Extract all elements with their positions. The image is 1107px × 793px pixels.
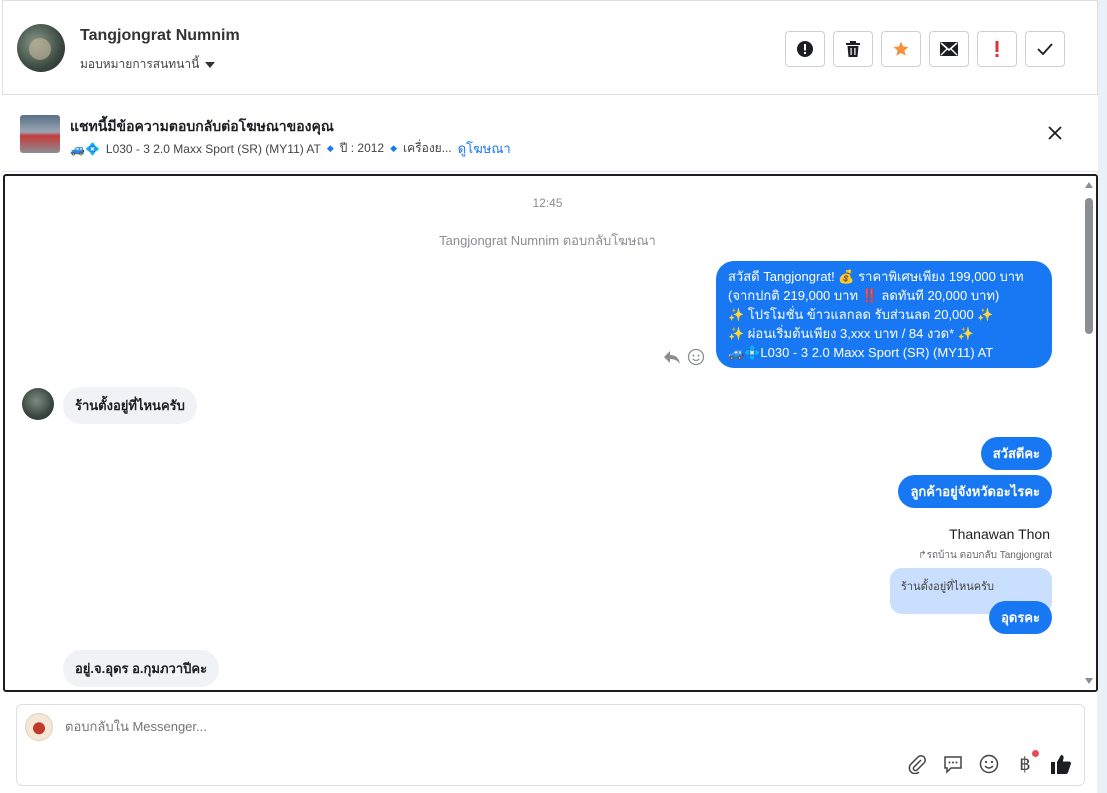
assign-label: มอบหมายการสนทนานี้ [80, 57, 200, 71]
outgoing-message[interactable]: อุดรคะ [989, 601, 1052, 634]
scroll-up-arrow-icon[interactable] [1085, 182, 1093, 188]
contact-avatar[interactable] [22, 388, 54, 420]
caret-down-icon [205, 61, 216, 68]
ad-reply-banner: แชทนี้มีข้อความตอบกลับต่อโฆษณาของคุณ 🚙💠 … [2, 96, 1098, 172]
message-line: 🚙💠L030 - 3 2.0 Maxx Sport (SR) (MY11) AT [728, 345, 994, 360]
ad-engine: เครื่องย... [403, 141, 452, 155]
alert-circle-icon [797, 41, 813, 57]
mark-unread-button[interactable] [929, 31, 969, 67]
view-ad-link[interactable]: ดูโฆษณา [458, 138, 511, 159]
assign-conversation-dropdown[interactable]: มอบหมายการสนทนานี้ [80, 55, 216, 74]
check-icon [1037, 43, 1053, 55]
delete-button[interactable] [833, 31, 873, 67]
ad-banner-title: แชทนี้มีข้อความตอบกลับต่อโฆษณาของคุณ [70, 118, 334, 134]
message-line: ✨ โปรโมชั่น ข้าวแลกลด รับส่วนลด 20,000 ✨ [728, 307, 994, 322]
scrollbar[interactable] [1082, 176, 1096, 690]
mark-done-button[interactable] [1025, 31, 1065, 67]
payment-button[interactable]: ฿ [1014, 750, 1039, 775]
ad-model: L030 - 3 2.0 Maxx Sport (SR) (MY11) AT [105, 141, 321, 156]
outgoing-message[interactable]: สวัสดีคะ [980, 437, 1052, 470]
mark-spam-button[interactable] [785, 31, 825, 67]
important-button[interactable] [977, 31, 1017, 67]
ad-reply-message[interactable]: สวัสดี Tangjongrat! 💰 ราคาพิเศษเพียง 199… [716, 261, 1052, 368]
chat-bubble-icon [944, 756, 962, 774]
system-notice: Tangjongrat Numnim ตอบกลับโฆษณา [439, 233, 656, 248]
star-icon [893, 41, 909, 56]
incoming-message[interactable]: ร้านตั้งอยู่ที่ไหนครับ [63, 387, 197, 424]
page-avatar [25, 713, 53, 741]
like-button[interactable] [1050, 753, 1072, 775]
message-hover-tools [663, 348, 705, 366]
message-line: สวัสดี Tangjongrat! 💰 ราคาพิเศษเพียง 199… [728, 269, 1024, 284]
reply-context: ↱รถบ้าน ตอบกลับ Tangjongrat [918, 550, 1052, 561]
smiley-icon [979, 754, 999, 774]
envelope-icon [940, 42, 958, 56]
ad-banner-details: 🚙💠 L030 - 3 2.0 Maxx Sport (SR) (MY11) A… [70, 138, 511, 159]
composer-tools: ฿ [906, 750, 1072, 775]
star-button[interactable] [881, 31, 921, 67]
page-edge [1097, 0, 1107, 793]
message-line: ✨ ผ่อนเริ่มต้นเพียง 3,xxx บาท / 84 งวด* … [728, 326, 974, 341]
emoji-button[interactable] [978, 753, 1000, 775]
vehicle-emoji: 🚙💠 [70, 141, 100, 156]
ad-year: ปี : 2012 [339, 141, 385, 155]
inbox-conversation-view: Tangjongrat Numnim มอบหมายการสนทนานี้ แช… [0, 0, 1107, 793]
notification-dot [1032, 750, 1039, 757]
contact-name[interactable]: Tangjongrat Numnim [80, 27, 240, 45]
message-composer: ฿ [16, 704, 1085, 786]
incoming-message-partial[interactable] [65, 690, 293, 692]
separator-dot-icon: ◆ [326, 143, 334, 153]
trash-icon [846, 41, 860, 57]
saved-replies-button[interactable] [942, 753, 964, 775]
message-line: (จากปกติ 219,000 บาท ‼️ ลดทันที 20,000 บ… [728, 288, 1000, 303]
message-timestamp: 12:45 [532, 196, 563, 210]
thumbs-up-icon [1051, 755, 1071, 774]
baht-icon: ฿ [1019, 753, 1031, 775]
header-actions [785, 31, 1065, 67]
contact-avatar[interactable] [17, 24, 65, 72]
ad-thumbnail[interactable] [20, 115, 60, 153]
outgoing-message[interactable]: ลูกค้าอยู่จังหวัดอะไรคะ [898, 475, 1052, 508]
message-thread[interactable]: 12:45 Tangjongrat Numnim ตอบกลับโฆษณา สว… [3, 174, 1098, 692]
incoming-message[interactable]: อยู่.จ.อุดร อ.กุมภวาปีคะ [63, 650, 220, 687]
scroll-down-arrow-icon[interactable] [1085, 678, 1093, 684]
paperclip-icon [908, 755, 926, 774]
reply-icon[interactable] [663, 349, 681, 365]
close-icon[interactable] [1046, 124, 1064, 142]
emoji-react-icon[interactable] [687, 348, 705, 366]
attach-button[interactable] [906, 753, 928, 775]
agent-name: Thanawan Thon [949, 526, 1050, 542]
scrollbar-thumb[interactable] [1085, 198, 1093, 334]
conversation-header: Tangjongrat Numnim มอบหมายการสนทนานี้ [2, 0, 1098, 95]
reply-input[interactable] [65, 719, 565, 734]
exclamation-icon [995, 41, 999, 57]
separator-dot-icon: ◆ [390, 143, 398, 153]
